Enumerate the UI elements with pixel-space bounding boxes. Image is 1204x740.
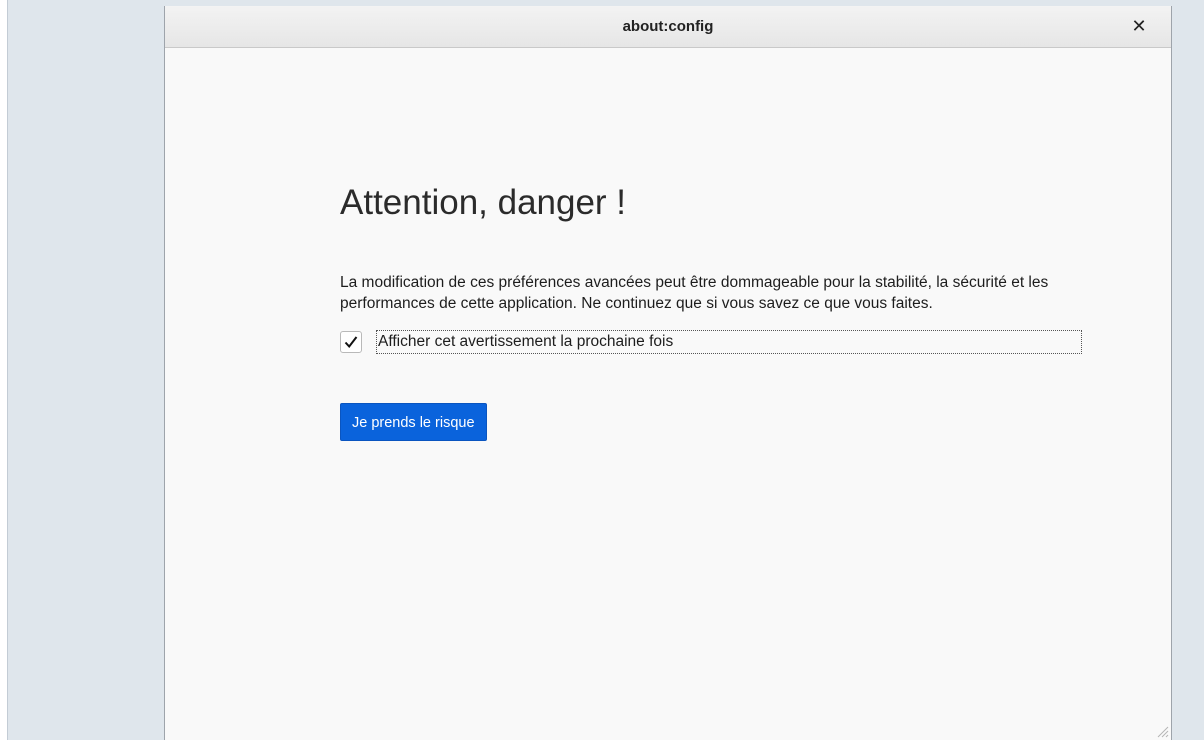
warning-heading: Attention, danger ! (340, 183, 627, 222)
warning-message: La modification de ces préférences avanc… (340, 274, 1049, 312)
window-titlebar[interactable]: about:config ✕ (165, 6, 1171, 48)
accept-risk-button[interactable]: Je prends le risque (340, 403, 487, 441)
show-warning-option[interactable]: Afficher cet avertissement la prochaine … (340, 329, 1090, 355)
checkmark-icon (344, 336, 358, 349)
warning-panel: Attention, danger ! La modification de c… (340, 182, 1090, 441)
resize-grip-icon[interactable] (1155, 724, 1169, 738)
desktop-left-edge (0, 0, 8, 740)
about-config-window: about:config ✕ Attention, danger ! La mo… (164, 6, 1172, 740)
close-icon[interactable]: ✕ (1129, 16, 1149, 36)
show-warning-label[interactable]: Afficher cet avertissement la prochaine … (376, 330, 1082, 354)
window-title: about:config (622, 18, 714, 35)
show-warning-checkbox[interactable] (340, 331, 362, 353)
desktop-right-edge (1182, 0, 1204, 740)
